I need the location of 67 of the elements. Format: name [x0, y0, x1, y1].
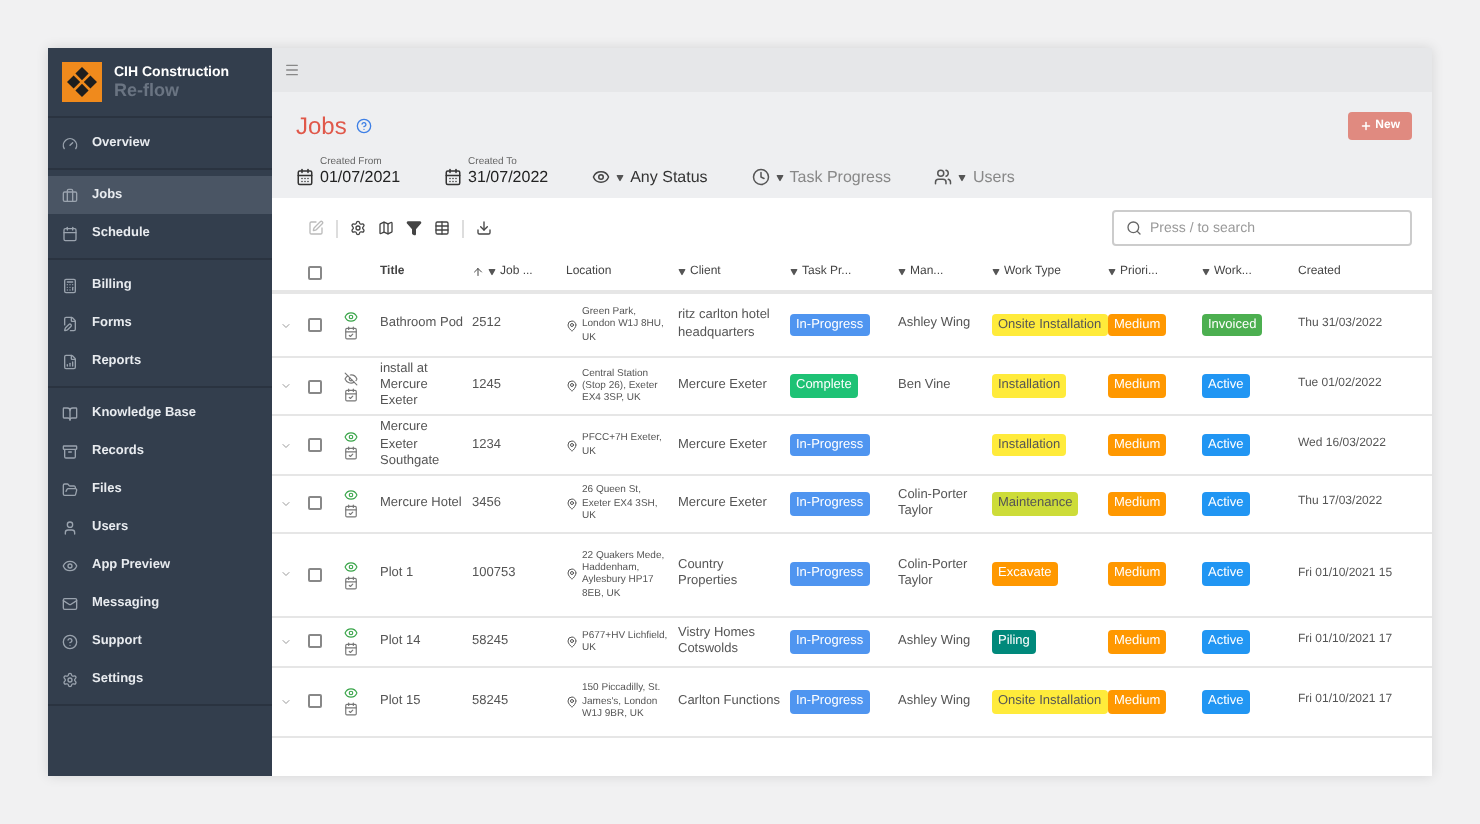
eye-icon[interactable] [344, 686, 358, 701]
sort-arrow-icon[interactable] [472, 266, 484, 278]
eye-off-icon[interactable] [344, 371, 358, 386]
checkbox[interactable] [308, 379, 322, 394]
help-icon[interactable] [356, 118, 373, 134]
pin-icon [566, 439, 578, 452]
mail-icon [62, 595, 78, 611]
caret-icon [488, 268, 496, 276]
checkbox[interactable] [308, 567, 322, 582]
eye-icon[interactable] [344, 430, 358, 445]
checkbox[interactable] [308, 318, 322, 332]
caret-icon [678, 268, 686, 276]
pin-icon [566, 380, 578, 393]
checkbox[interactable] [308, 694, 322, 709]
caret-icon [616, 173, 625, 181]
pin-icon [566, 635, 578, 648]
gear-icon [62, 671, 78, 687]
table-icon[interactable] [434, 220, 450, 236]
date-value[interactable]: 31/07/2022 [468, 168, 549, 186]
settings-icon[interactable] [350, 220, 366, 236]
pin-icon [566, 568, 578, 581]
report-icon [62, 353, 78, 369]
eye-icon[interactable] [344, 626, 358, 641]
briefcase-icon [62, 187, 78, 203]
user-icon [62, 519, 78, 535]
calendar-icon[interactable] [296, 168, 314, 186]
calculator-icon [62, 277, 78, 293]
eye-icon[interactable] [344, 559, 358, 574]
calendar-icon[interactable] [444, 168, 463, 186]
pin-icon [566, 319, 578, 331]
pin-icon [566, 497, 578, 510]
checkbox[interactable] [308, 496, 322, 511]
caret-icon [1108, 268, 1116, 276]
eye-icon[interactable] [344, 488, 358, 503]
eye-icon[interactable] [344, 310, 358, 324]
download-icon[interactable] [476, 220, 492, 236]
gauge-icon [62, 135, 78, 151]
map-icon[interactable] [378, 220, 394, 236]
caret-icon [992, 268, 1000, 276]
folder-icon [62, 481, 78, 497]
clock-icon [751, 168, 770, 186]
checkbox[interactable] [308, 634, 322, 649]
caret-icon [790, 268, 798, 276]
book-icon [62, 405, 78, 421]
calendar-icon [62, 225, 78, 241]
page-title: Jobs [296, 112, 347, 140]
search-icon [1126, 220, 1142, 236]
pin-icon [566, 695, 578, 708]
caret-icon [958, 173, 967, 181]
company-logo [62, 62, 102, 102]
archive-icon [62, 443, 78, 459]
eye-icon [62, 557, 78, 573]
date-value[interactable]: 01/07/2021 [320, 168, 401, 186]
users-icon [934, 168, 953, 186]
help-icon [62, 633, 78, 649]
checkbox[interactable] [308, 265, 322, 279]
checkbox[interactable] [308, 438, 322, 453]
plus-icon [1359, 120, 1372, 132]
status-dropdown[interactable]: Any Status [592, 168, 708, 186]
eye-icon [592, 168, 611, 186]
caret-icon [775, 173, 784, 181]
menu-icon[interactable] [284, 62, 300, 78]
form-icon [62, 315, 78, 331]
caret-icon [1202, 268, 1210, 276]
edit-icon[interactable] [308, 220, 324, 236]
caret-icon [898, 268, 906, 276]
filter-icon[interactable] [406, 220, 422, 236]
